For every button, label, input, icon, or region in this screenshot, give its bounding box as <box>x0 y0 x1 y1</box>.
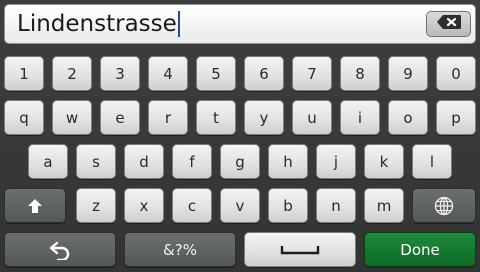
number-key-5[interactable]: 5 <box>196 56 236 91</box>
letter-key-q[interactable]: q <box>4 100 44 135</box>
key-label: 0 <box>451 64 461 83</box>
key-label: 6 <box>259 64 269 83</box>
letter-key-t[interactable]: t <box>196 100 236 135</box>
key-label: w <box>65 108 79 127</box>
symbols-key[interactable]: &?% <box>124 232 236 267</box>
key-label: l <box>429 152 435 171</box>
globe-icon <box>434 196 454 216</box>
keyboard-screen: Lindenstrasse &?% Done 1 2 3 4 5 6 7 8 9… <box>0 0 480 272</box>
key-label: f <box>189 152 195 171</box>
key-label: 8 <box>355 64 365 83</box>
letter-key-r[interactable]: r <box>148 100 188 135</box>
key-label: 2 <box>67 64 77 83</box>
symbols-key-label: &?% <box>163 240 197 259</box>
key-label: g <box>235 152 245 171</box>
key-label: 5 <box>211 64 221 83</box>
space-bar-icon <box>280 244 320 256</box>
letter-key-p[interactable]: p <box>436 100 476 135</box>
letter-key-g[interactable]: g <box>220 144 260 179</box>
key-label: 4 <box>163 64 173 83</box>
letter-key-f[interactable]: f <box>172 144 212 179</box>
key-label: p <box>451 108 461 127</box>
letter-key-v[interactable]: v <box>220 188 260 223</box>
key-label: c <box>187 196 197 215</box>
key-label: u <box>307 108 317 127</box>
space-key[interactable] <box>244 232 356 267</box>
letter-key-a[interactable]: a <box>28 144 68 179</box>
number-key-1[interactable]: 1 <box>4 56 44 91</box>
number-key-0[interactable]: 0 <box>436 56 476 91</box>
letter-key-o[interactable]: o <box>388 100 428 135</box>
letter-key-z[interactable]: z <box>76 188 116 223</box>
key-label: k <box>379 152 389 171</box>
key-label: d <box>139 152 149 171</box>
number-key-3[interactable]: 3 <box>100 56 140 91</box>
key-label: 7 <box>307 64 317 83</box>
key-label: 1 <box>19 64 29 83</box>
letter-key-d[interactable]: d <box>124 144 164 179</box>
number-key-4[interactable]: 4 <box>148 56 188 91</box>
key-label: 3 <box>115 64 125 83</box>
key-label: m <box>376 196 392 215</box>
key-label: v <box>235 196 245 215</box>
key-label: j <box>333 152 339 171</box>
key-label: r <box>164 108 172 127</box>
key-label: s <box>92 152 100 171</box>
number-key-6[interactable]: 6 <box>244 56 284 91</box>
key-label: i <box>357 108 363 127</box>
number-key-7[interactable]: 7 <box>292 56 332 91</box>
key-label: q <box>19 108 29 127</box>
letter-key-k[interactable]: k <box>364 144 404 179</box>
language-key[interactable] <box>412 188 476 223</box>
back-button[interactable] <box>4 232 116 267</box>
key-label: n <box>331 196 341 215</box>
letter-key-c[interactable]: c <box>172 188 212 223</box>
key-label: 9 <box>403 64 413 83</box>
backspace-button[interactable] <box>426 11 471 37</box>
key-label: z <box>92 196 100 215</box>
letter-key-j[interactable]: j <box>316 144 356 179</box>
letter-key-l[interactable]: l <box>412 144 452 179</box>
key-label: y <box>259 108 269 127</box>
text-cursor <box>177 11 180 37</box>
letter-key-x[interactable]: x <box>124 188 164 223</box>
shift-arrow-icon <box>27 198 43 214</box>
number-key-2[interactable]: 2 <box>52 56 92 91</box>
key-label: x <box>139 196 149 215</box>
letter-key-y[interactable]: y <box>244 100 284 135</box>
number-key-9[interactable]: 9 <box>388 56 428 91</box>
letter-key-s[interactable]: s <box>76 144 116 179</box>
search-input-value: Lindenstrasse <box>17 11 177 37</box>
key-label: e <box>115 108 125 127</box>
letter-key-n[interactable]: n <box>316 188 356 223</box>
shift-key[interactable] <box>4 188 66 223</box>
letter-key-b[interactable]: b <box>268 188 308 223</box>
backspace-icon <box>436 14 462 34</box>
letter-key-i[interactable]: i <box>340 100 380 135</box>
key-label: b <box>283 196 293 215</box>
key-label: t <box>213 108 219 127</box>
letter-key-u[interactable]: u <box>292 100 332 135</box>
letter-key-e[interactable]: e <box>100 100 140 135</box>
letter-key-w[interactable]: w <box>52 100 92 135</box>
done-button-label: Done <box>400 240 440 259</box>
letter-key-m[interactable]: m <box>364 188 404 223</box>
key-label: h <box>283 152 293 171</box>
key-label: a <box>43 152 53 171</box>
done-button[interactable]: Done <box>364 232 476 267</box>
key-label: o <box>403 108 413 127</box>
number-key-8[interactable]: 8 <box>340 56 380 91</box>
search-input[interactable]: Lindenstrasse <box>4 4 476 44</box>
search-input-text: Lindenstrasse <box>17 8 180 40</box>
back-arrow-icon <box>48 240 72 260</box>
letter-key-h[interactable]: h <box>268 144 308 179</box>
